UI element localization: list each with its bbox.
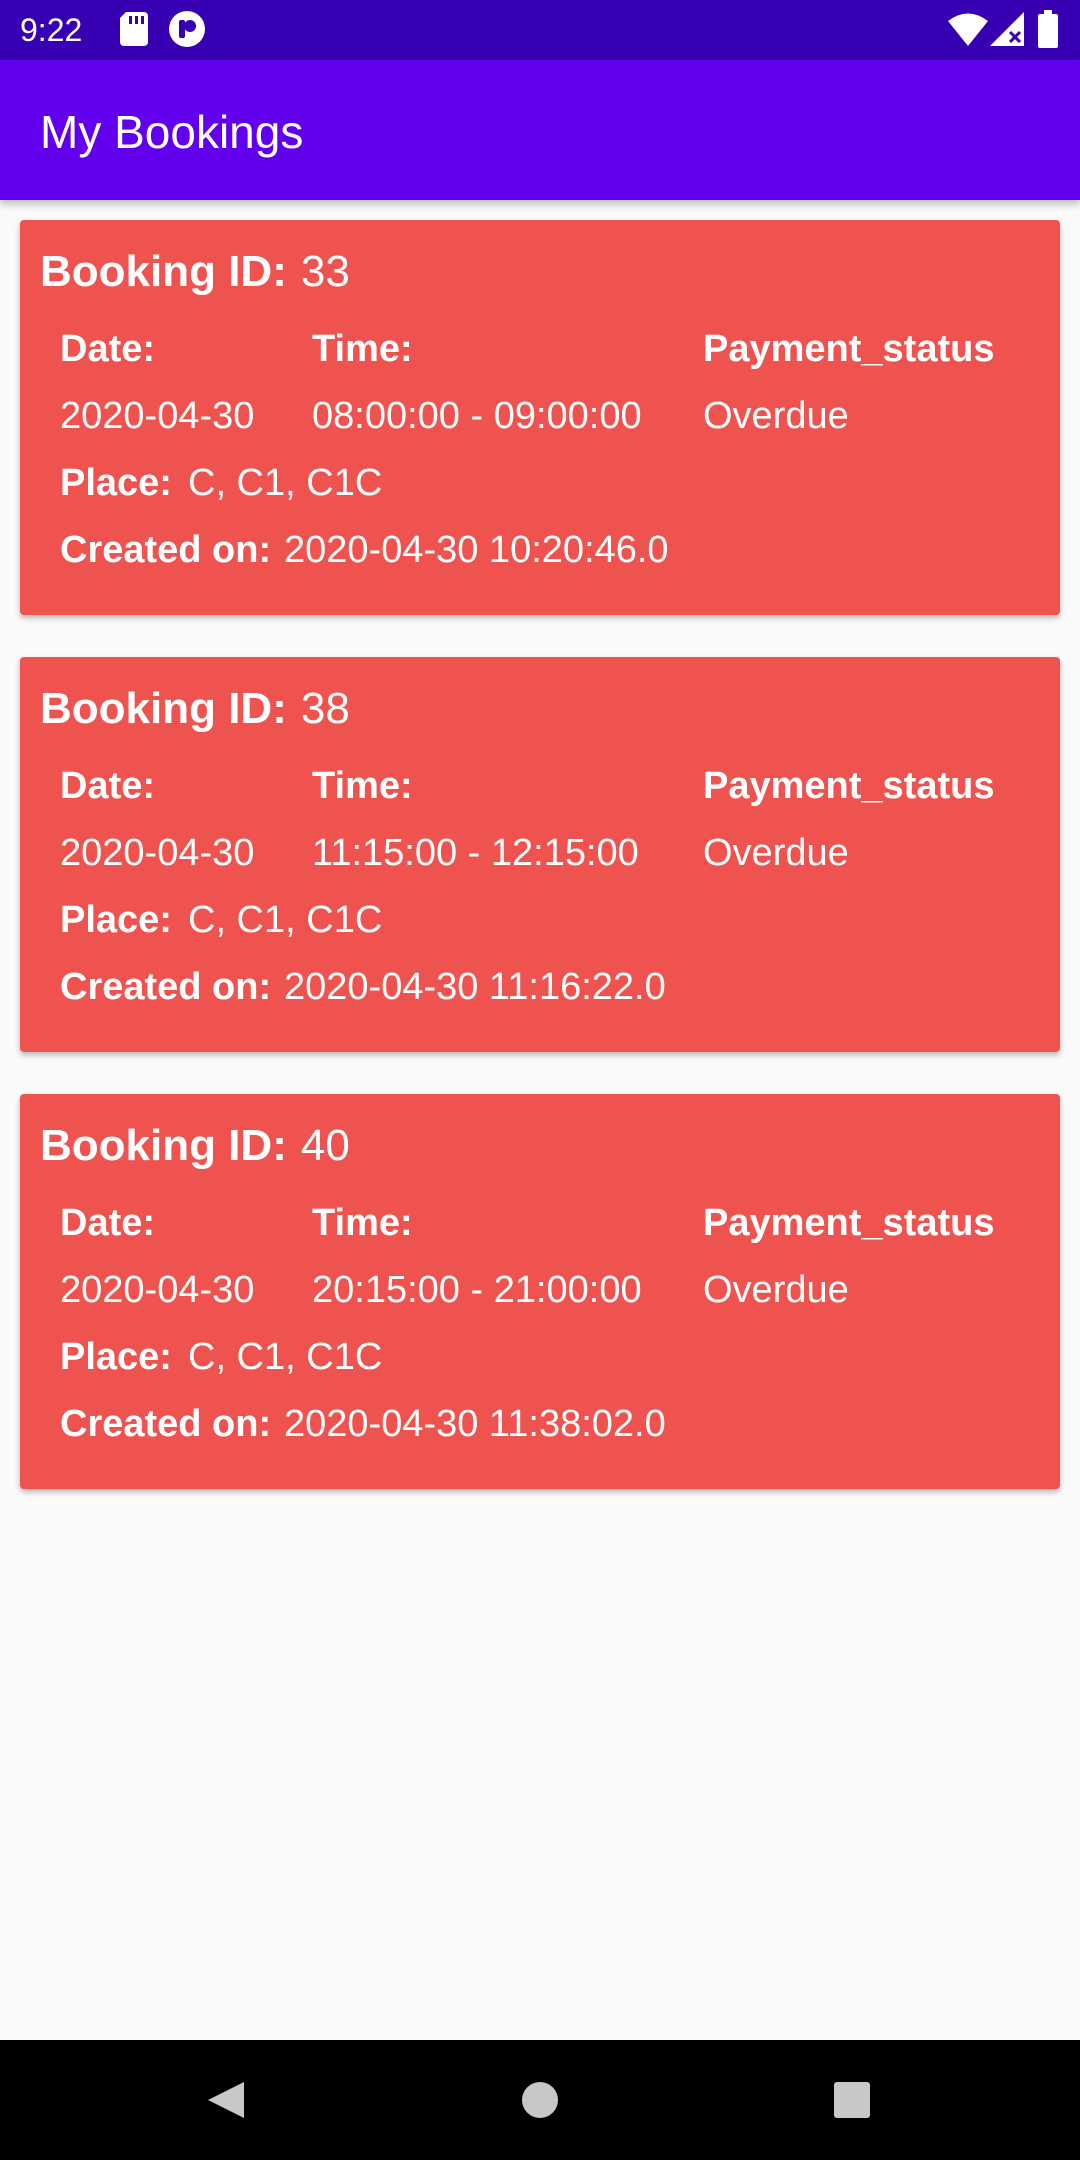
place-label: Place: bbox=[60, 462, 172, 504]
time-value: 08:00:00 - 09:00:00 bbox=[312, 395, 642, 437]
booking-id-label: Booking ID: bbox=[40, 684, 287, 733]
place-label: Place: bbox=[60, 1336, 172, 1378]
booking-id-row: Booking ID: 40 bbox=[40, 1120, 350, 1172]
booking-id-row: Booking ID: 33 bbox=[40, 246, 350, 298]
status-bar: 9:22 bbox=[0, 0, 1080, 60]
time-value: 11:15:00 - 12:15:00 bbox=[312, 832, 639, 874]
booking-id-value: 38 bbox=[300, 684, 350, 733]
time-label: Time: bbox=[312, 328, 413, 370]
time-label: Time: bbox=[312, 1202, 413, 1244]
place-value: C, C1, C1C bbox=[188, 462, 383, 504]
payment-status-value: Overdue bbox=[703, 1269, 849, 1311]
booking-id-label: Booking ID: bbox=[40, 1121, 287, 1170]
date-value: 2020-04-30 bbox=[60, 832, 255, 874]
recents-icon[interactable] bbox=[822, 2070, 882, 2130]
page-title: My Bookings bbox=[40, 106, 304, 158]
home-icon[interactable] bbox=[510, 2070, 570, 2130]
created-on-label: Created on: bbox=[60, 529, 272, 571]
payment-status-label: Payment_status bbox=[703, 328, 995, 370]
date-value: 2020-04-30 bbox=[60, 1269, 255, 1311]
status-time: 9:22 bbox=[20, 12, 83, 48]
time-label: Time: bbox=[312, 765, 413, 807]
navigation-bar bbox=[0, 2040, 1080, 2160]
app-bar: My Bookings bbox=[0, 60, 1080, 200]
payment-status-value: Overdue bbox=[703, 395, 849, 437]
date-value: 2020-04-30 bbox=[60, 395, 255, 437]
created-on-value: 2020-04-30 10:20:46.0 bbox=[284, 529, 669, 571]
booking-card[interactable]: Booking ID: 33 Date: Time: Payment_status… bbox=[20, 220, 1060, 615]
bookings-list: Booking ID: 33 Date: Time: Payment_status… bbox=[20, 220, 1060, 1531]
booking-id-value: 33 bbox=[300, 247, 350, 296]
created-on-label: Created on: bbox=[60, 1403, 272, 1445]
payment-status-label: Payment_status bbox=[703, 1202, 995, 1244]
sd-card-icon bbox=[120, 12, 148, 51]
booking-id-row: Booking ID: 38 bbox=[40, 683, 350, 735]
payment-status-value: Overdue bbox=[703, 832, 849, 874]
place-label: Place: bbox=[60, 899, 172, 941]
booking-id-value: 40 bbox=[300, 1121, 350, 1170]
booking-id-label: Booking ID: bbox=[40, 247, 287, 296]
created-on-label: Created on: bbox=[60, 966, 272, 1008]
date-label: Date: bbox=[60, 328, 156, 370]
date-label: Date: bbox=[60, 765, 156, 807]
payment-status-label: Payment_status bbox=[703, 765, 995, 807]
booking-card[interactable]: Booking ID: 40 Date: Time: Payment_status… bbox=[20, 1094, 1060, 1489]
date-label: Date: bbox=[60, 1202, 156, 1244]
battery-icon bbox=[1038, 10, 1058, 53]
place-value: C, C1, C1C bbox=[188, 1336, 383, 1378]
back-icon[interactable] bbox=[196, 2070, 256, 2130]
time-value: 20:15:00 - 21:00:00 bbox=[312, 1269, 642, 1311]
app-notification-icon bbox=[168, 10, 206, 53]
created-on-value: 2020-04-30 11:16:22.0 bbox=[284, 966, 666, 1008]
booking-card[interactable]: Booking ID: 38 Date: Time: Payment_status… bbox=[20, 657, 1060, 1052]
place-value: C, C1, C1C bbox=[188, 899, 383, 941]
created-on-value: 2020-04-30 11:38:02.0 bbox=[284, 1403, 666, 1445]
wifi-icon bbox=[948, 12, 988, 51]
signal-icon bbox=[990, 12, 1024, 51]
